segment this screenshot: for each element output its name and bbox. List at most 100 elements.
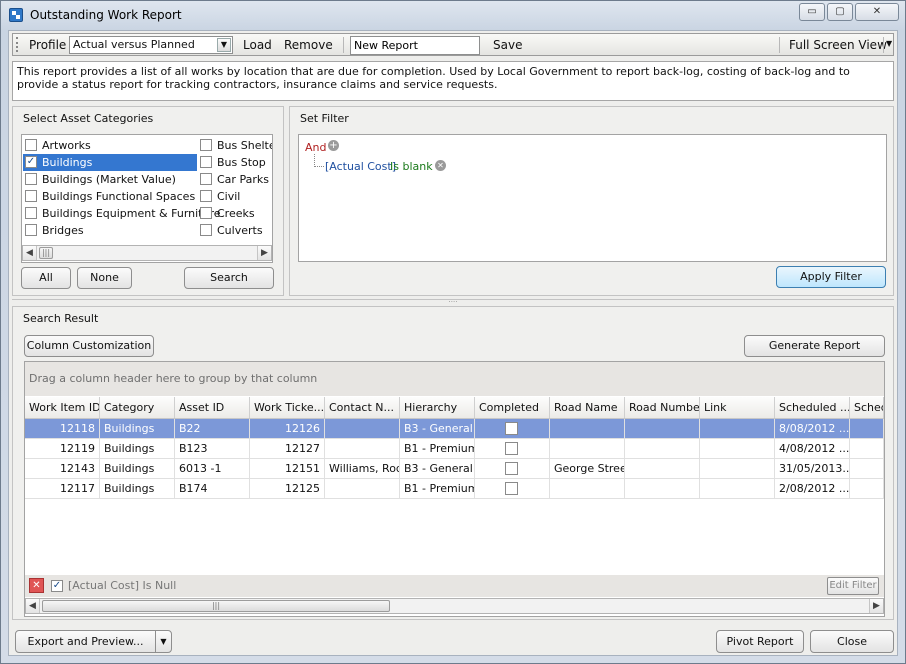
- checkmark-icon[interactable]: ✓: [25, 156, 37, 168]
- cell-scheduled: 2/08/2012 ...: [775, 479, 850, 498]
- category-item-selected[interactable]: ✓ Buildings: [23, 154, 197, 171]
- filter-condition[interactable]: Is blank: [390, 160, 433, 173]
- category-horizontal-scrollbar[interactable]: ◀ ||| ▶: [22, 245, 272, 261]
- completed-checkbox[interactable]: [505, 462, 518, 475]
- cell-work-ticket: 12127: [250, 439, 325, 458]
- category-checkbox[interactable]: [200, 224, 212, 236]
- group-by-area[interactable]: Drag a column header here to group by th…: [25, 362, 884, 396]
- active-filter-text[interactable]: [Actual Cost] Is Null: [68, 579, 176, 592]
- category-checkbox[interactable]: [200, 190, 212, 202]
- save-button[interactable]: Save: [493, 38, 522, 52]
- search-button[interactable]: Search: [184, 267, 274, 289]
- report-content: Profile Actual versus Planned ▼ Load Rem…: [8, 30, 898, 656]
- column-header[interactable]: Work Item ID: [25, 397, 100, 418]
- clear-filter-icon[interactable]: ✕: [29, 578, 44, 593]
- set-filter-panel: Set Filter And + [Actual Cost] Is blank …: [289, 106, 894, 296]
- cell-work-item-id: 12143: [25, 459, 100, 478]
- category-item[interactable]: Bus Stop: [198, 154, 272, 171]
- table-row[interactable]: 12117 Buildings B174 12125 B1 - Premium …: [25, 479, 884, 499]
- remove-condition-icon[interactable]: ✕: [435, 160, 446, 171]
- add-condition-icon[interactable]: +: [328, 140, 339, 151]
- apply-filter-button[interactable]: Apply Filter: [776, 266, 886, 288]
- toolbar-grip[interactable]: [16, 37, 19, 52]
- checkmark-icon[interactable]: ✓: [51, 580, 63, 592]
- export-dropdown-chevron-down-icon[interactable]: ▼: [155, 630, 172, 653]
- load-button[interactable]: Load: [243, 38, 272, 52]
- column-header[interactable]: Road Number: [625, 397, 700, 418]
- category-item[interactable]: Bridges: [23, 222, 197, 239]
- filter-operator[interactable]: And: [305, 141, 326, 154]
- category-item[interactable]: Buildings Functional Spaces: [23, 188, 197, 205]
- cell-scheduled-2: [850, 479, 884, 498]
- edit-filter-button[interactable]: Edit Filter: [827, 577, 879, 595]
- category-checkbox[interactable]: [200, 139, 212, 151]
- panel-splitter[interactable]: ····: [12, 299, 894, 306]
- category-item[interactable]: Creeks: [198, 205, 272, 222]
- profile-dropdown[interactable]: Actual versus Planned ▼: [69, 36, 233, 54]
- filter-field[interactable]: [Actual Cost]: [325, 160, 396, 173]
- scroll-right-icon[interactable]: ▶: [869, 599, 883, 613]
- column-header[interactable]: Asset ID: [175, 397, 250, 418]
- report-name-input[interactable]: [350, 36, 480, 55]
- column-header[interactable]: Scheduled ...: [775, 397, 850, 418]
- result-grid[interactable]: Drag a column header here to group by th…: [24, 361, 885, 617]
- pivot-report-button[interactable]: Pivot Report: [716, 630, 804, 653]
- category-checkbox[interactable]: [25, 173, 37, 185]
- cell-category: Buildings: [100, 459, 175, 478]
- category-item[interactable]: Culverts: [198, 222, 272, 239]
- category-item[interactable]: Buildings (Market Value): [23, 171, 197, 188]
- category-label: Bus Shelters: [217, 139, 272, 152]
- column-customization-button[interactable]: Column Customization: [24, 335, 154, 357]
- export-preview-button[interactable]: Export and Preview...: [15, 630, 156, 653]
- table-row[interactable]: 12118 Buildings B22 12126 B3 - General 8…: [25, 419, 884, 439]
- column-header[interactable]: Hierarchy: [400, 397, 475, 418]
- category-item[interactable]: Buildings Equipment & Furniture: [23, 205, 221, 222]
- filter-editor[interactable]: And + [Actual Cost] Is blank ✕: [298, 134, 887, 262]
- grid-horizontal-scrollbar[interactable]: ◀ ||| ▶: [25, 598, 884, 614]
- cell-link: [700, 439, 775, 458]
- category-item[interactable]: Car Parks: [198, 171, 272, 188]
- column-header[interactable]: Category: [100, 397, 175, 418]
- chevron-down-icon[interactable]: ▼: [217, 38, 231, 52]
- column-header[interactable]: Completed: [475, 397, 550, 418]
- scroll-right-icon[interactable]: ▶: [257, 246, 271, 260]
- column-header[interactable]: Road Name: [550, 397, 625, 418]
- category-checkbox[interactable]: [25, 139, 37, 151]
- category-item[interactable]: Bus Shelters: [198, 137, 272, 154]
- column-header[interactable]: Work Ticke...: [250, 397, 325, 418]
- completed-checkbox[interactable]: [505, 482, 518, 495]
- category-item[interactable]: Artworks: [23, 137, 197, 154]
- column-header[interactable]: Link: [700, 397, 775, 418]
- category-item[interactable]: Civil: [198, 188, 272, 205]
- scroll-left-icon[interactable]: ◀: [23, 246, 37, 260]
- select-none-button[interactable]: None: [77, 267, 132, 289]
- cell-scheduled-2: [850, 419, 884, 438]
- maximize-button[interactable]: ▢: [827, 3, 853, 21]
- select-all-button[interactable]: All: [21, 267, 71, 289]
- category-checkbox[interactable]: [200, 173, 212, 185]
- scroll-thumb[interactable]: |||: [39, 247, 53, 259]
- generate-report-button[interactable]: Generate Report: [744, 335, 885, 357]
- scroll-thumb[interactable]: |||: [42, 600, 390, 612]
- minimize-button[interactable]: ▭: [799, 3, 825, 21]
- category-checkbox[interactable]: [200, 207, 212, 219]
- category-checkbox[interactable]: [200, 156, 212, 168]
- category-checkbox[interactable]: [25, 190, 37, 202]
- scroll-left-icon[interactable]: ◀: [26, 599, 40, 613]
- toolbar-overflow-icon[interactable]: ▼: [886, 39, 892, 48]
- column-header[interactable]: Contact N...: [325, 397, 400, 418]
- full-screen-button[interactable]: Full Screen View: [789, 38, 887, 52]
- close-button[interactable]: Close: [810, 630, 894, 653]
- cell-road-number: [625, 459, 700, 478]
- close-window-button[interactable]: ✕: [855, 3, 899, 21]
- column-header[interactable]: Sched: [850, 397, 884, 418]
- category-checkbox[interactable]: [25, 224, 37, 236]
- completed-checkbox[interactable]: [505, 442, 518, 455]
- asset-category-list[interactable]: Artworks ✓ Buildings Buildings (Market V…: [21, 134, 273, 263]
- remove-button[interactable]: Remove: [284, 38, 333, 52]
- table-row[interactable]: 12119 Buildings B123 12127 B1 - Premium …: [25, 439, 884, 459]
- cell-work-ticket: 12126: [250, 419, 325, 438]
- table-row[interactable]: 12143 Buildings 6013 -1 12151 Williams, …: [25, 459, 884, 479]
- completed-checkbox[interactable]: [505, 422, 518, 435]
- category-checkbox[interactable]: [25, 207, 37, 219]
